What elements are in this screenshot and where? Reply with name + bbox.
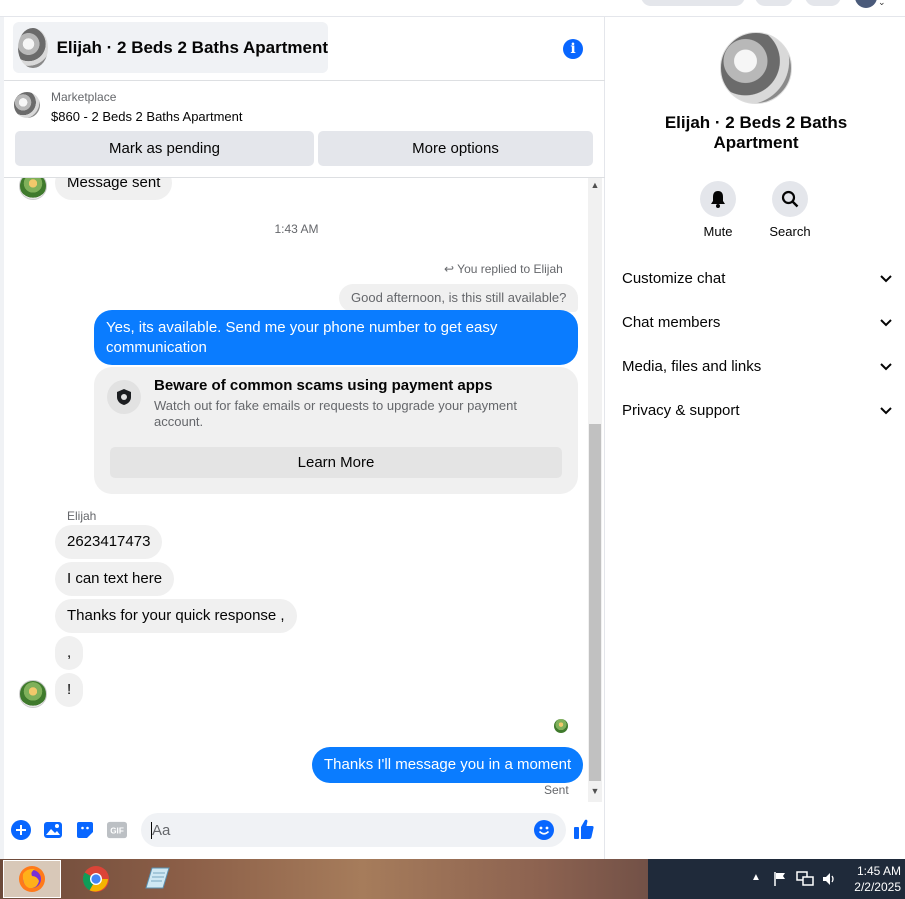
mute-button[interactable]: Mute bbox=[688, 181, 748, 239]
sender-avatar[interactable] bbox=[19, 680, 47, 708]
search-icon bbox=[772, 181, 808, 217]
gif-icon[interactable]: GIF bbox=[107, 820, 127, 840]
chevron-down-icon bbox=[880, 402, 892, 419]
message-input-box[interactable] bbox=[141, 813, 566, 847]
message-composer: GIF bbox=[4, 812, 605, 847]
mute-label: Mute bbox=[703, 224, 733, 239]
notepad-icon bbox=[145, 867, 170, 889]
read-receipt-avatar bbox=[554, 719, 568, 733]
search-button[interactable]: Search bbox=[760, 181, 820, 239]
chat-title: Elijah · 2 Beds 2 Baths Apartment bbox=[56, 37, 328, 57]
message-status: Sent bbox=[544, 783, 569, 797]
clock-date: 2/2/2025 bbox=[854, 880, 901, 894]
network-icon[interactable] bbox=[796, 871, 814, 887]
firefox-icon bbox=[19, 866, 45, 892]
scroll-up-arrow-icon[interactable]: ▲ bbox=[589, 178, 601, 192]
section-customize-chat[interactable]: Customize chat bbox=[622, 266, 892, 290]
chat-header: Elijah · 2 Beds 2 Baths Apartment i bbox=[4, 17, 605, 81]
notepad-taskbar-button[interactable] bbox=[128, 860, 186, 898]
top-nav-icon-button[interactable] bbox=[755, 0, 793, 6]
outgoing-message: Thanks I'll message you in a moment bbox=[312, 747, 584, 783]
photo-icon[interactable] bbox=[43, 820, 63, 840]
section-label: Media, files and links bbox=[622, 357, 762, 375]
show-hidden-icons-icon[interactable]: ▲ bbox=[751, 872, 761, 883]
message-bubble: Thanks for your quick response , bbox=[55, 599, 297, 633]
scrollbar[interactable]: ▲ ▼ bbox=[588, 178, 602, 802]
top-nav-icon-button[interactable] bbox=[805, 0, 841, 6]
marketplace-banner: Marketplace $860 - 2 Beds 2 Baths Apartm… bbox=[4, 81, 605, 178]
listing-avatar bbox=[18, 27, 48, 68]
reply-icon: ↩ bbox=[444, 262, 458, 276]
scroll-thumb[interactable] bbox=[589, 424, 601, 781]
top-bar: ⌄ bbox=[0, 0, 905, 17]
marketplace-label: Marketplace bbox=[51, 90, 117, 104]
scam-warning-card: Beware of common scams using payment app… bbox=[94, 367, 578, 494]
section-label: Chat members bbox=[622, 313, 721, 331]
chrome-icon bbox=[82, 866, 109, 892]
firefox-taskbar-button[interactable] bbox=[3, 860, 61, 898]
chrome-taskbar-button[interactable] bbox=[67, 860, 125, 898]
shield-icon bbox=[107, 380, 141, 414]
chat-panel: Elijah · 2 Beds 2 Baths Apartment i Mark… bbox=[4, 17, 605, 859]
system-tray: ▲ 1:45 AM 2/2/2025 bbox=[648, 859, 905, 899]
chevron-down-icon bbox=[880, 314, 892, 331]
bell-icon bbox=[700, 181, 736, 217]
message-bubble: ! bbox=[55, 673, 84, 707]
message-input[interactable] bbox=[152, 813, 522, 847]
section-privacy-support[interactable]: Privacy & support bbox=[622, 398, 892, 422]
info-icon[interactable]: i bbox=[563, 39, 583, 59]
reply-indicator-text: You replied to Elijah bbox=[457, 262, 563, 276]
message-bubble: I can text here bbox=[55, 562, 175, 596]
message-bubble: Message sent bbox=[55, 178, 173, 200]
chevron-down-icon bbox=[880, 270, 892, 287]
search-label: Search bbox=[769, 224, 811, 239]
plus-icon[interactable] bbox=[11, 820, 31, 840]
flag-icon[interactable] bbox=[772, 871, 788, 887]
chat-title-button[interactable]: Elijah · 2 Beds 2 Baths Apartment bbox=[13, 22, 328, 73]
profile-avatar[interactable] bbox=[855, 0, 877, 8]
section-label: Privacy & support bbox=[622, 401, 740, 419]
message-list[interactable]: Message sent 1:43 AM ↩ You replied to El… bbox=[4, 178, 605, 802]
outgoing-message: Yes, its available. Send me your phone n… bbox=[94, 310, 578, 365]
scroll-down-arrow-icon[interactable]: ▼ bbox=[589, 784, 601, 798]
details-title: Elijah · 2 Beds 2 Baths Apartment bbox=[664, 113, 848, 152]
chevron-down-icon[interactable]: ⌄ bbox=[878, 0, 886, 8]
reply-indicator: ↩ You replied to Elijah bbox=[444, 262, 563, 276]
svg-text:GIF: GIF bbox=[110, 827, 124, 836]
emoji-icon[interactable] bbox=[534, 820, 554, 845]
listing-thumbnail[interactable] bbox=[14, 92, 40, 118]
timestamp-separator: 1:43 AM bbox=[274, 222, 319, 236]
taskbar: ▲ 1:45 AM 2/2/2025 bbox=[0, 859, 905, 899]
section-media-files-links[interactable]: Media, files and links bbox=[622, 354, 892, 378]
chat-details-panel: Elijah · 2 Beds 2 Baths Apartment Mute S… bbox=[606, 17, 905, 859]
scam-warning-title: Beware of common scams using payment app… bbox=[154, 377, 493, 394]
clock-time: 1:45 AM bbox=[856, 864, 901, 878]
thumbs-up-icon[interactable] bbox=[572, 817, 596, 841]
message-bubble: , bbox=[55, 636, 84, 670]
listing-price-title[interactable]: $860 - 2 Beds 2 Baths Apartment bbox=[51, 109, 243, 124]
system-clock[interactable]: 1:45 AM 2/2/2025 bbox=[854, 863, 901, 895]
listing-avatar-large[interactable] bbox=[720, 32, 792, 104]
message-bubble: 2623417473 bbox=[55, 525, 163, 559]
section-label: Customize chat bbox=[622, 269, 726, 287]
section-chat-members[interactable]: Chat members bbox=[622, 310, 892, 334]
top-nav-button[interactable] bbox=[641, 0, 745, 6]
learn-more-button[interactable]: Learn More bbox=[110, 447, 562, 478]
sender-avatar[interactable] bbox=[19, 178, 47, 200]
quoted-message[interactable]: Good afternoon, is this still available? bbox=[339, 284, 579, 312]
mark-as-pending-button[interactable]: Mark as pending bbox=[15, 131, 314, 166]
volume-icon[interactable] bbox=[821, 871, 837, 887]
sticker-icon[interactable] bbox=[75, 820, 95, 840]
chevron-down-icon bbox=[880, 358, 892, 375]
more-options-button[interactable]: More options bbox=[318, 131, 593, 166]
scam-warning-text: Watch out for fake emails or requests to… bbox=[154, 398, 517, 429]
sender-name: Elijah bbox=[67, 509, 97, 523]
